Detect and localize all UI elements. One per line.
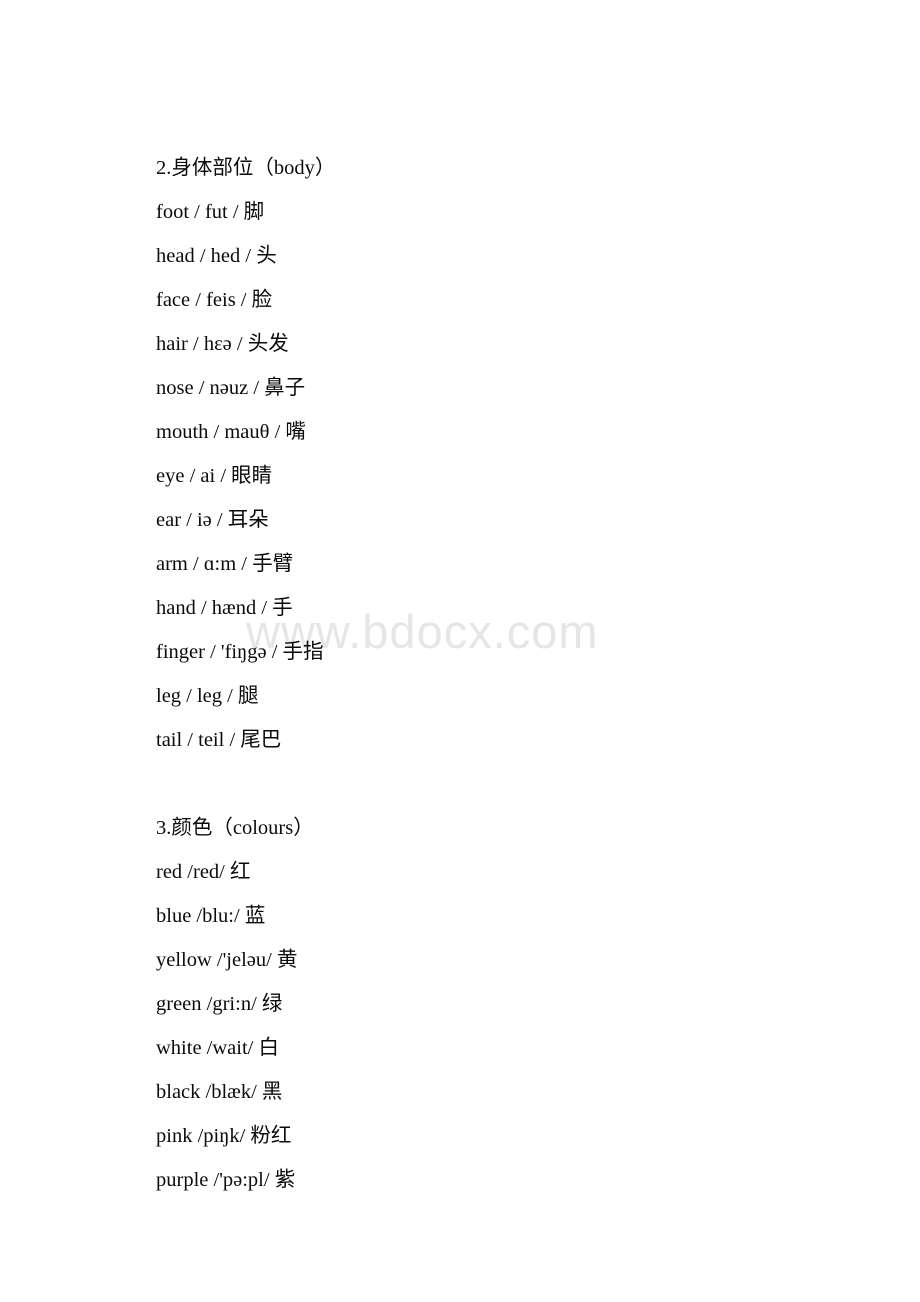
vocab-line: black /blæk/ 黑 [156,1081,283,1103]
vocab-line: green /gri:n/ 绿 [156,993,283,1015]
section-heading-colours: 3.颜色（colours） [156,817,314,839]
vocab-line: mouth / mauθ / 嘴 [156,421,306,443]
vocab-line: leg / leg / 腿 [156,685,259,707]
vocab-line: purple /'pə:pl/ 紫 [156,1169,296,1191]
vocab-line: foot / fut / 脚 [156,201,265,223]
vocab-line: head / hed / 头 [156,245,277,267]
vocab-line: hand / hænd / 手 [156,597,293,619]
document-page: www.bdocx.com 2.身体部位（body） foot / fut / … [0,0,920,1302]
vocab-line: face / feis / 脸 [156,289,273,311]
vocab-line: pink /piŋk/ 粉红 [156,1125,292,1147]
vocab-line: blue /blu:/ 蓝 [156,905,266,927]
document-body: 2.身体部位（body） foot / fut / 脚 head / hed /… [156,146,876,1202]
vocab-line: eye / ai / 眼睛 [156,465,273,487]
vocab-line: nose / nəuz / 鼻子 [156,377,306,399]
vocab-line: yellow /'jeləu/ 黄 [156,949,298,971]
vocab-line: ear / iə / 耳朵 [156,509,269,531]
vocab-line: red /red/ 红 [156,861,251,883]
vocab-line: arm / ɑ:m / 手臂 [156,553,294,575]
vocab-line: tail / teil / 尾巴 [156,729,282,751]
vocab-line: finger / 'fiŋgə / 手指 [156,641,324,663]
vocab-line: white /wait/ 白 [156,1037,279,1059]
section-heading-body: 2.身体部位（body） [156,157,336,179]
vocab-line: hair / hɛə / 头发 [156,333,289,355]
